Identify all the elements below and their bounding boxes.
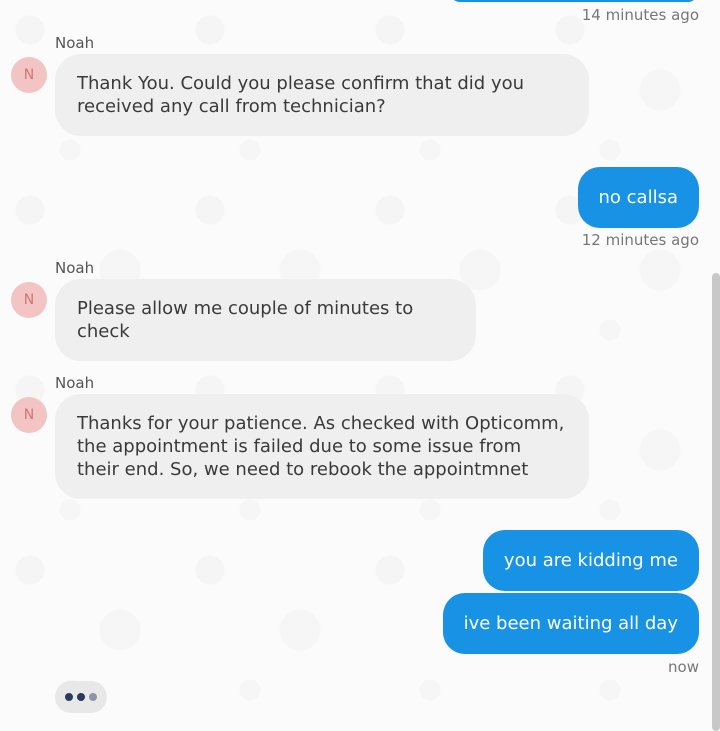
sender-name: Noah [55, 259, 95, 277]
typing-indicator [55, 681, 107, 713]
typing-dot-icon [65, 693, 73, 701]
message-timestamp: 14 minutes ago [581, 6, 699, 24]
sender-name: Noah [55, 374, 95, 392]
typing-dot-icon [89, 693, 97, 701]
agent-avatar: N [11, 397, 47, 433]
agent-message-bubble: Thanks for your patience. As checked wit… [55, 394, 589, 499]
message-timestamp: 12 minutes ago [581, 231, 699, 249]
agent-message-bubble: Please allow me couple of minutes to che… [55, 279, 476, 361]
user-message-bubble: no callsa [577, 167, 699, 228]
user-message-bubble: ive been waiting all day [442, 593, 699, 654]
agent-avatar: N [11, 282, 47, 318]
message-timestamp: now [668, 658, 699, 676]
agent-message-bubble: Thank You. Could you please confirm that… [55, 54, 589, 136]
previous-user-message-bubble [450, 0, 698, 2]
user-message-bubble: you are kidding me [482, 530, 699, 591]
chat-thread: 14 minutes ago Noah N Thank You. Could y… [0, 0, 720, 731]
sender-name: Noah [55, 34, 95, 52]
agent-avatar: N [11, 57, 47, 93]
chat-scrollbar[interactable] [712, 273, 720, 731]
typing-dot-icon [77, 693, 85, 701]
